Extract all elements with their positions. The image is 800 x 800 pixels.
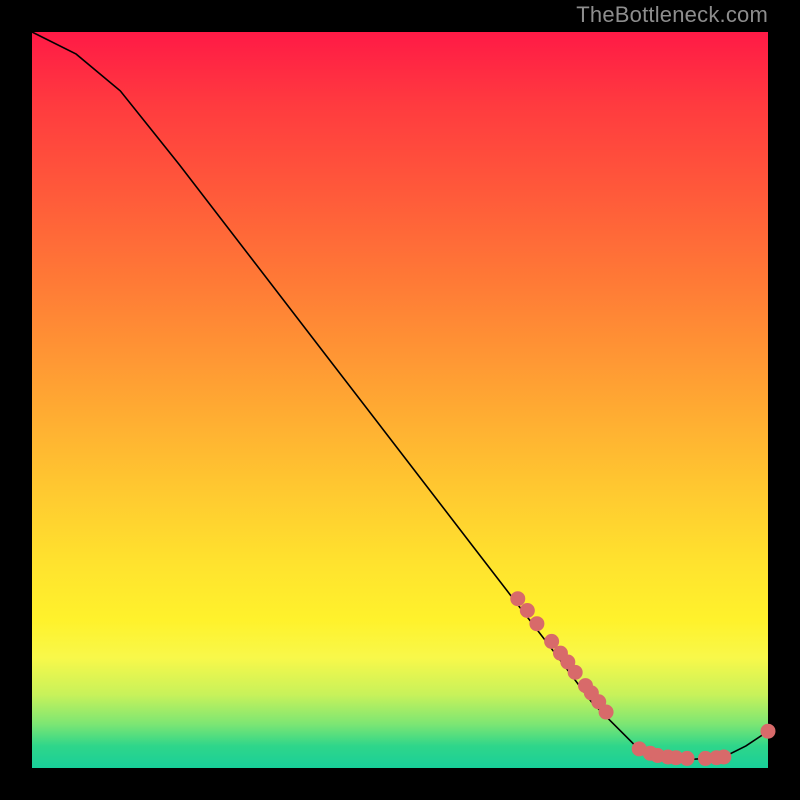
chart-canvas: TheBottleneck.com — [0, 0, 800, 800]
data-point — [599, 705, 613, 719]
chart-svg — [32, 32, 768, 768]
scatter-layer — [511, 592, 775, 766]
data-point — [511, 592, 525, 606]
data-point — [520, 604, 534, 618]
data-point — [717, 750, 731, 764]
line-layer — [32, 32, 768, 759]
watermark-label: TheBottleneck.com — [576, 2, 768, 28]
data-point — [761, 724, 775, 738]
data-point — [680, 751, 694, 765]
data-point — [530, 617, 544, 631]
data-point — [568, 665, 582, 679]
data-point — [545, 634, 559, 648]
curve-line — [32, 32, 768, 759]
plot-area — [32, 32, 768, 768]
